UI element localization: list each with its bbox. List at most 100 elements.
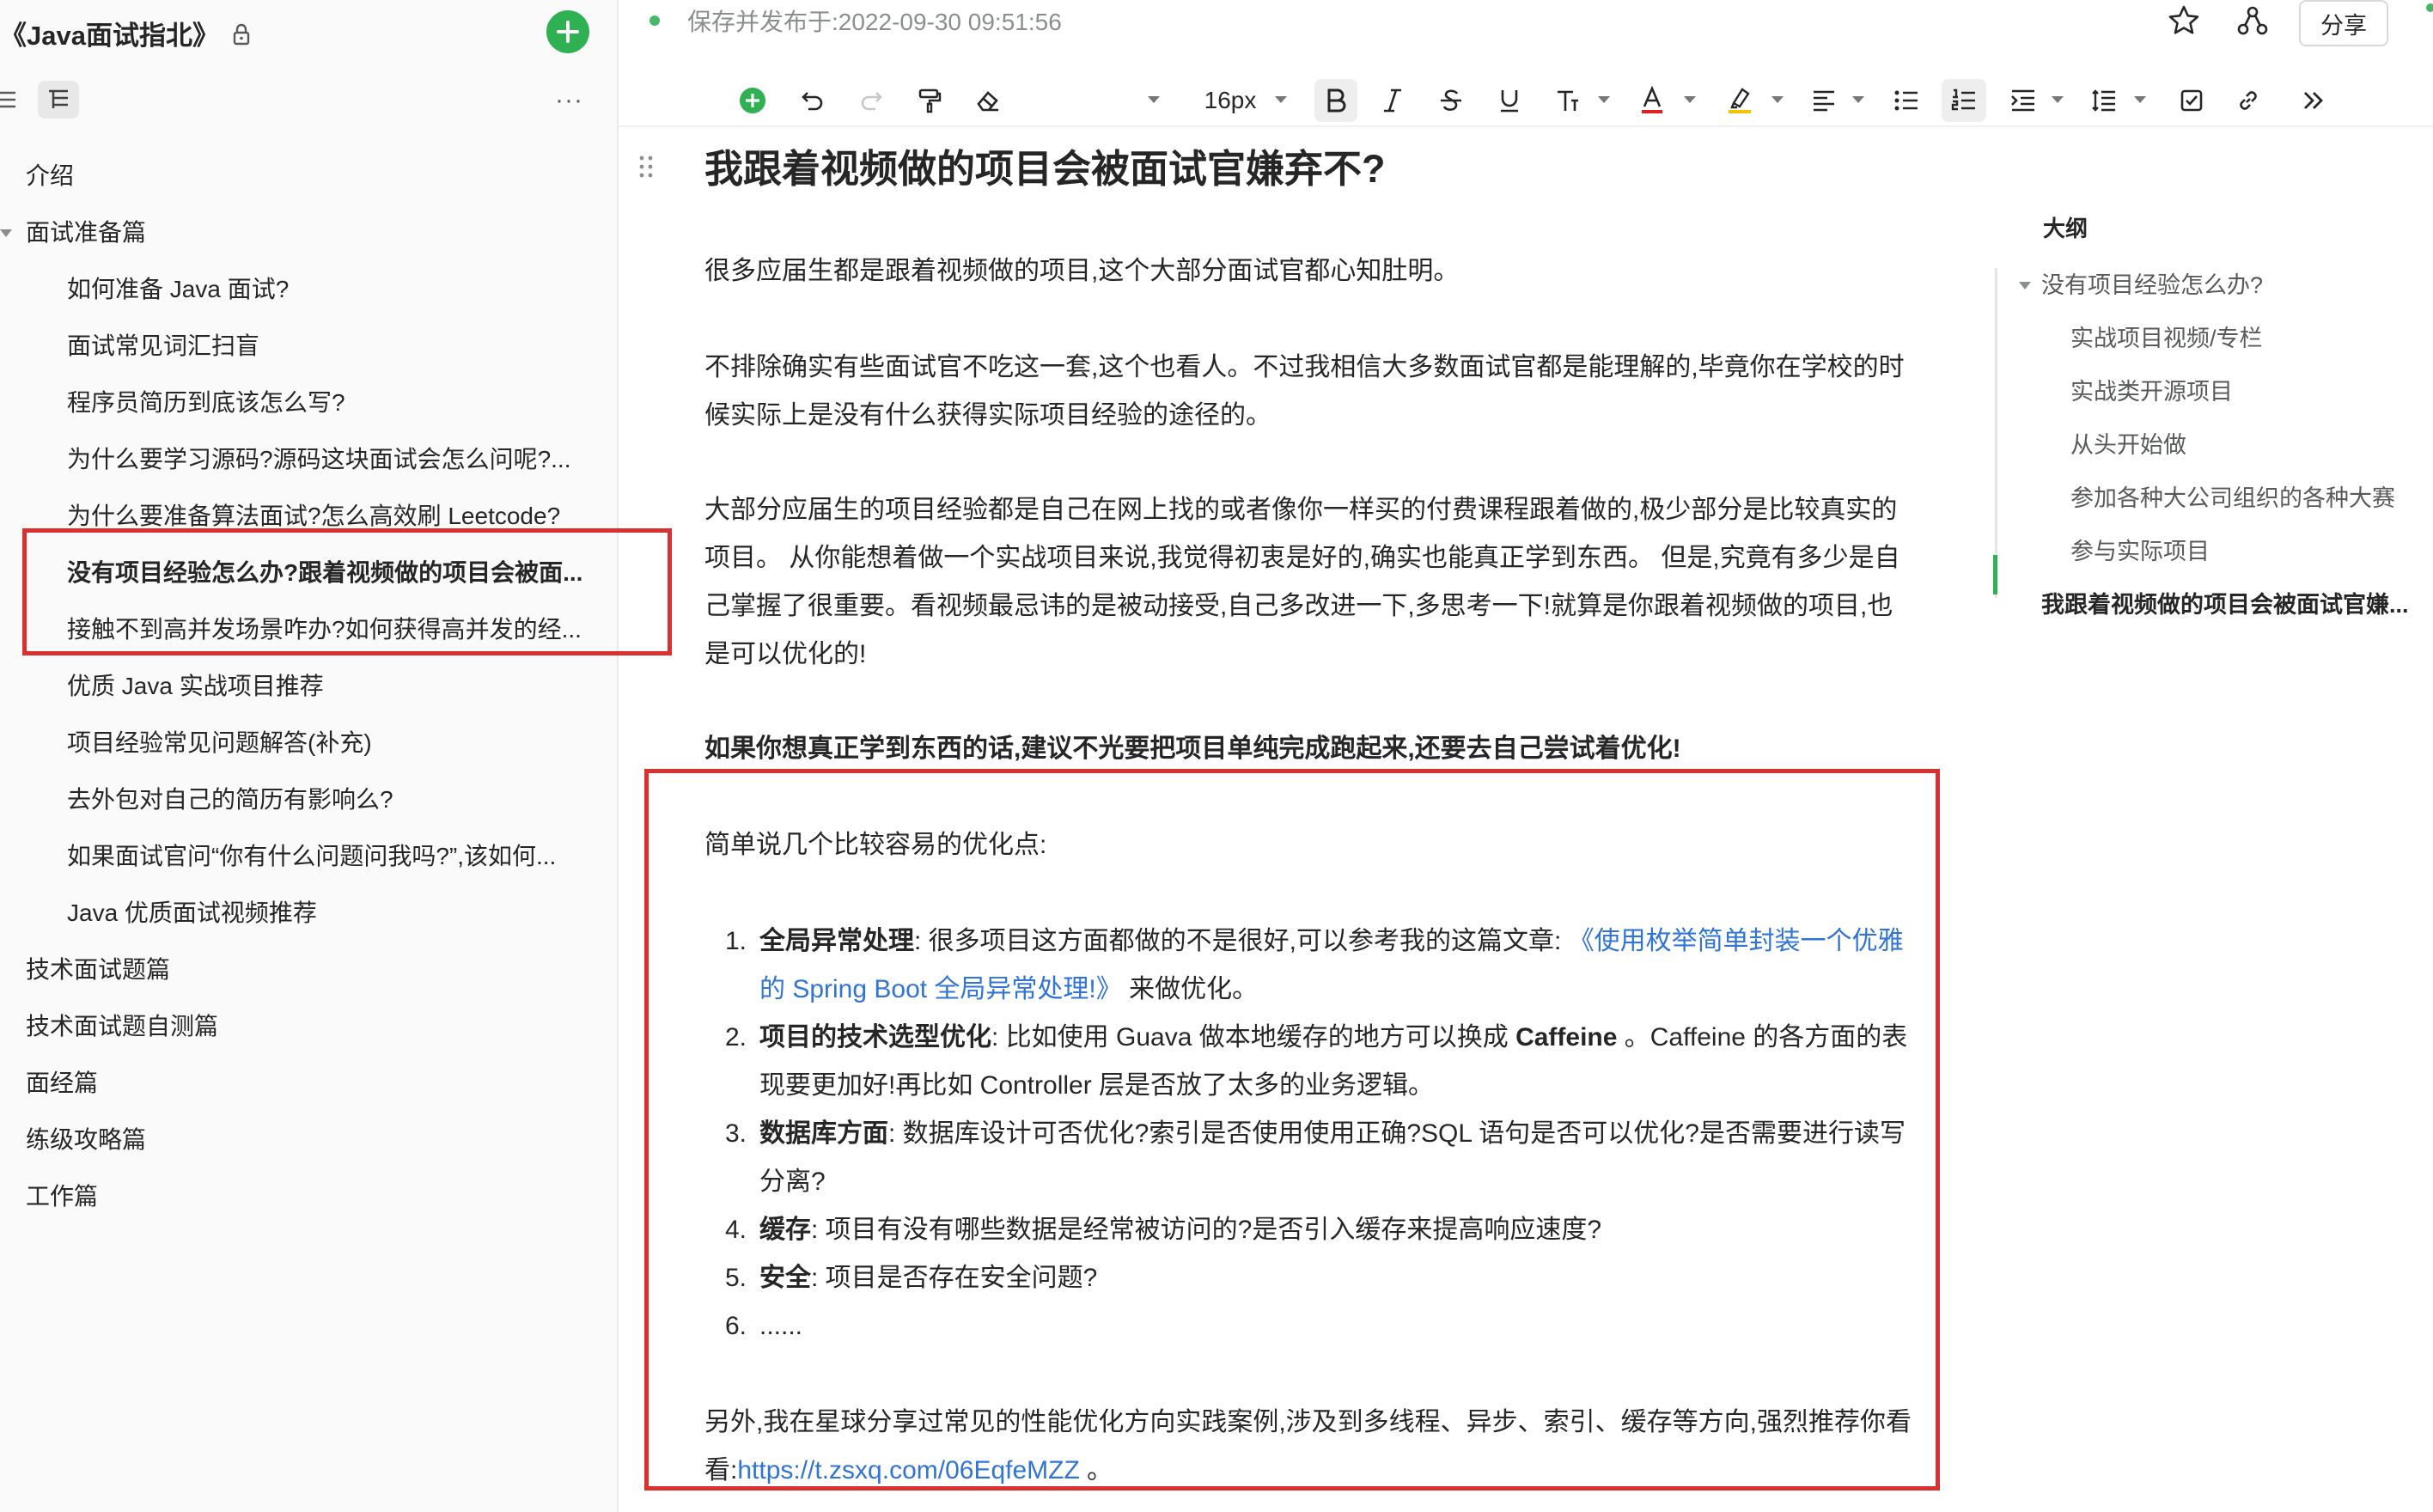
- sidebar-item[interactable]: 面试常见词汇扫盲: [67, 318, 591, 375]
- paragraph-style-select[interactable]: [1040, 79, 1108, 122]
- font-color-button[interactable]: [1632, 79, 1672, 122]
- underline-icon: [1501, 90, 1518, 113]
- notification-dot-icon: [2426, 3, 2433, 12]
- sidebar-item[interactable]: 如何准备 Java 面试?: [67, 261, 591, 318]
- sidebar-item[interactable]: 技术面试题自测篇: [26, 998, 593, 1055]
- outline-item[interactable]: 从头开始做: [2070, 428, 2431, 462]
- line-height-button[interactable]: [2084, 79, 2124, 122]
- redo-button[interactable]: [854, 79, 888, 122]
- text-style-icon: [1558, 90, 1578, 111]
- sidebar-item[interactable]: Java 优质面试视频推荐: [67, 885, 591, 942]
- sidebar-item[interactable]: 程序员简历到底该怎么写?: [67, 375, 591, 431]
- paragraph-1[interactable]: 很多应届生都是跟着视频做的项目,这个大部分面试官都心知肚明。: [704, 247, 1916, 296]
- chevron-down-icon: [2134, 96, 2146, 103]
- underline-button[interactable]: [1490, 79, 1529, 122]
- numbered-list-icon: [1951, 88, 1975, 111]
- chevron-down-icon: [1852, 96, 1864, 103]
- undo-button[interactable]: [796, 79, 830, 122]
- strikethrough-button[interactable]: [1431, 79, 1471, 122]
- chevron-down-icon: [2052, 96, 2064, 103]
- link-button[interactable]: [2229, 79, 2268, 122]
- line-height-icon: [2092, 89, 2115, 112]
- italic-button[interactable]: [1373, 79, 1412, 122]
- outline-item[interactable]: 实战类开源项目: [2070, 375, 2431, 409]
- outline-view-button[interactable]: [38, 81, 79, 119]
- outline-title: 大纲: [2043, 216, 2088, 241]
- text-style-button[interactable]: [1546, 79, 1589, 122]
- add-doc-button[interactable]: [546, 10, 589, 53]
- paragraph-2[interactable]: 不排除确实有些面试官不吃这一套,这个也看人。不过我相信大多数面试官都是能理解的,…: [704, 344, 1916, 440]
- sidebar-item[interactable]: 项目经验常见问题解答(补充): [67, 715, 591, 771]
- indent-button[interactable]: [2003, 79, 2043, 122]
- eraser-icon: [977, 91, 998, 112]
- sidebar-item[interactable]: 为什么要学习源码?源码这块面试会怎么问呢?...: [67, 431, 591, 488]
- insert-button[interactable]: [735, 79, 770, 122]
- double-chevron-right-icon: [2304, 92, 2323, 109]
- bullet-list-icon: [1894, 90, 1918, 111]
- indent-icon: [2011, 89, 2034, 112]
- tree-view-icon: [49, 89, 68, 108]
- bold-button[interactable]: [1314, 79, 1357, 122]
- strikethrough-icon: [1441, 89, 1461, 111]
- sidebar-item[interactable]: 如果面试官问“你有什么问题问我吗?”,该如何...: [67, 828, 591, 885]
- paragraph-3[interactable]: 大部分应届生的项目经验都是自己在网上找的或者像你一样买的付费课程跟着做的,极少部…: [704, 486, 1916, 679]
- outline-active-indicator: [1993, 555, 1997, 594]
- chevron-down-icon: [1771, 96, 1784, 103]
- sidebar-item[interactable]: 介绍: [26, 148, 593, 204]
- sidebar-item[interactable]: 面试准备篇: [26, 204, 593, 261]
- font-size-value: 16px: [1204, 87, 1257, 113]
- chevron-down-icon: [1684, 96, 1696, 103]
- sidebar-item[interactable]: 练级攻略篇: [26, 1112, 593, 1168]
- bullet-list-button[interactable]: [1887, 79, 1926, 122]
- list-view-icon[interactable]: [0, 89, 17, 110]
- plus-circle-icon: [740, 88, 765, 113]
- lock-icon: [233, 21, 250, 46]
- outline-track: [1995, 268, 1997, 598]
- more-options-icon[interactable]: ···: [555, 86, 583, 115]
- caret-down-icon[interactable]: [2019, 282, 2031, 290]
- highlight-box-sidebar: [22, 528, 672, 655]
- align-button[interactable]: [1804, 79, 1844, 122]
- sidebar-item[interactable]: 优质 Java 实战项目推荐: [67, 658, 591, 715]
- drag-handle-icon[interactable]: [637, 155, 655, 179]
- checkbox-icon: [2180, 89, 2203, 112]
- font-color-icon: [1642, 86, 1662, 113]
- sidebar-item[interactable]: 工作篇: [26, 1168, 593, 1225]
- highlight-box-content: [644, 769, 1940, 1491]
- bold-icon: [1327, 88, 1346, 113]
- outline-item[interactable]: 参加各种大公司组织的各种大赛: [2070, 481, 2431, 515]
- format-painter-button[interactable]: [912, 79, 947, 122]
- plus-icon: [557, 21, 579, 43]
- undo-icon: [802, 92, 823, 111]
- highlight-color-button[interactable]: [1720, 79, 1759, 122]
- status-dot-icon: [649, 15, 660, 26]
- star-icon[interactable]: [2167, 3, 2201, 38]
- align-left-icon: [1814, 90, 1834, 112]
- editor-toolbar: 16px: [619, 76, 2433, 127]
- sidebar-item[interactable]: 面经篇: [26, 1055, 593, 1112]
- sidebar-item[interactable]: 去外包对自己的简历有影响么?: [67, 771, 591, 828]
- link-icon: [2240, 91, 2257, 110]
- collaborators-icon[interactable]: [2237, 5, 2268, 36]
- chevron-down-icon: [1148, 96, 1160, 103]
- task-list-button[interactable]: [2172, 79, 2211, 122]
- outline-item[interactable]: 我跟着视频做的项目会被面试官嫌...: [2041, 588, 2419, 622]
- paragraph-4-bold[interactable]: 如果你想真正学到东西的话,建议不光要把项目单纯完成跑起来,还要去自己尝试着优化!: [704, 725, 1916, 773]
- outline-item[interactable]: 实战项目视频/专栏: [2070, 321, 2431, 356]
- sidebar: 《Java面试指北》 ··· 介绍 面试准备篇 如何准备 Java 面试? 面试常见词…: [0, 0, 672, 1512]
- book-title-text: 《Java面试指北》: [0, 20, 219, 51]
- save-status: 保存并发布于:2022-09-30 09:51:56: [687, 9, 1062, 35]
- sidebar-item[interactable]: 技术面试题篇: [26, 942, 593, 998]
- font-size-select[interactable]: 16px: [1196, 79, 1265, 122]
- format-painter-icon: [918, 88, 942, 113]
- book-title[interactable]: 《Java面试指北》: [0, 14, 250, 52]
- share-button[interactable]: 分享: [2299, 0, 2388, 46]
- more-tools-button[interactable]: [2294, 79, 2333, 122]
- highlighter-icon: [1729, 88, 1751, 113]
- caret-down-icon[interactable]: [0, 229, 12, 237]
- outline-item[interactable]: 没有项目经验怎么办?: [2041, 268, 2419, 302]
- outline-item[interactable]: 参与实际项目: [2070, 534, 2431, 569]
- numbered-list-button[interactable]: [1942, 79, 1986, 122]
- clear-format-button[interactable]: [971, 79, 1005, 122]
- document-title[interactable]: 我跟着视频做的项目会被面试官嫌弃不?: [704, 137, 1386, 193]
